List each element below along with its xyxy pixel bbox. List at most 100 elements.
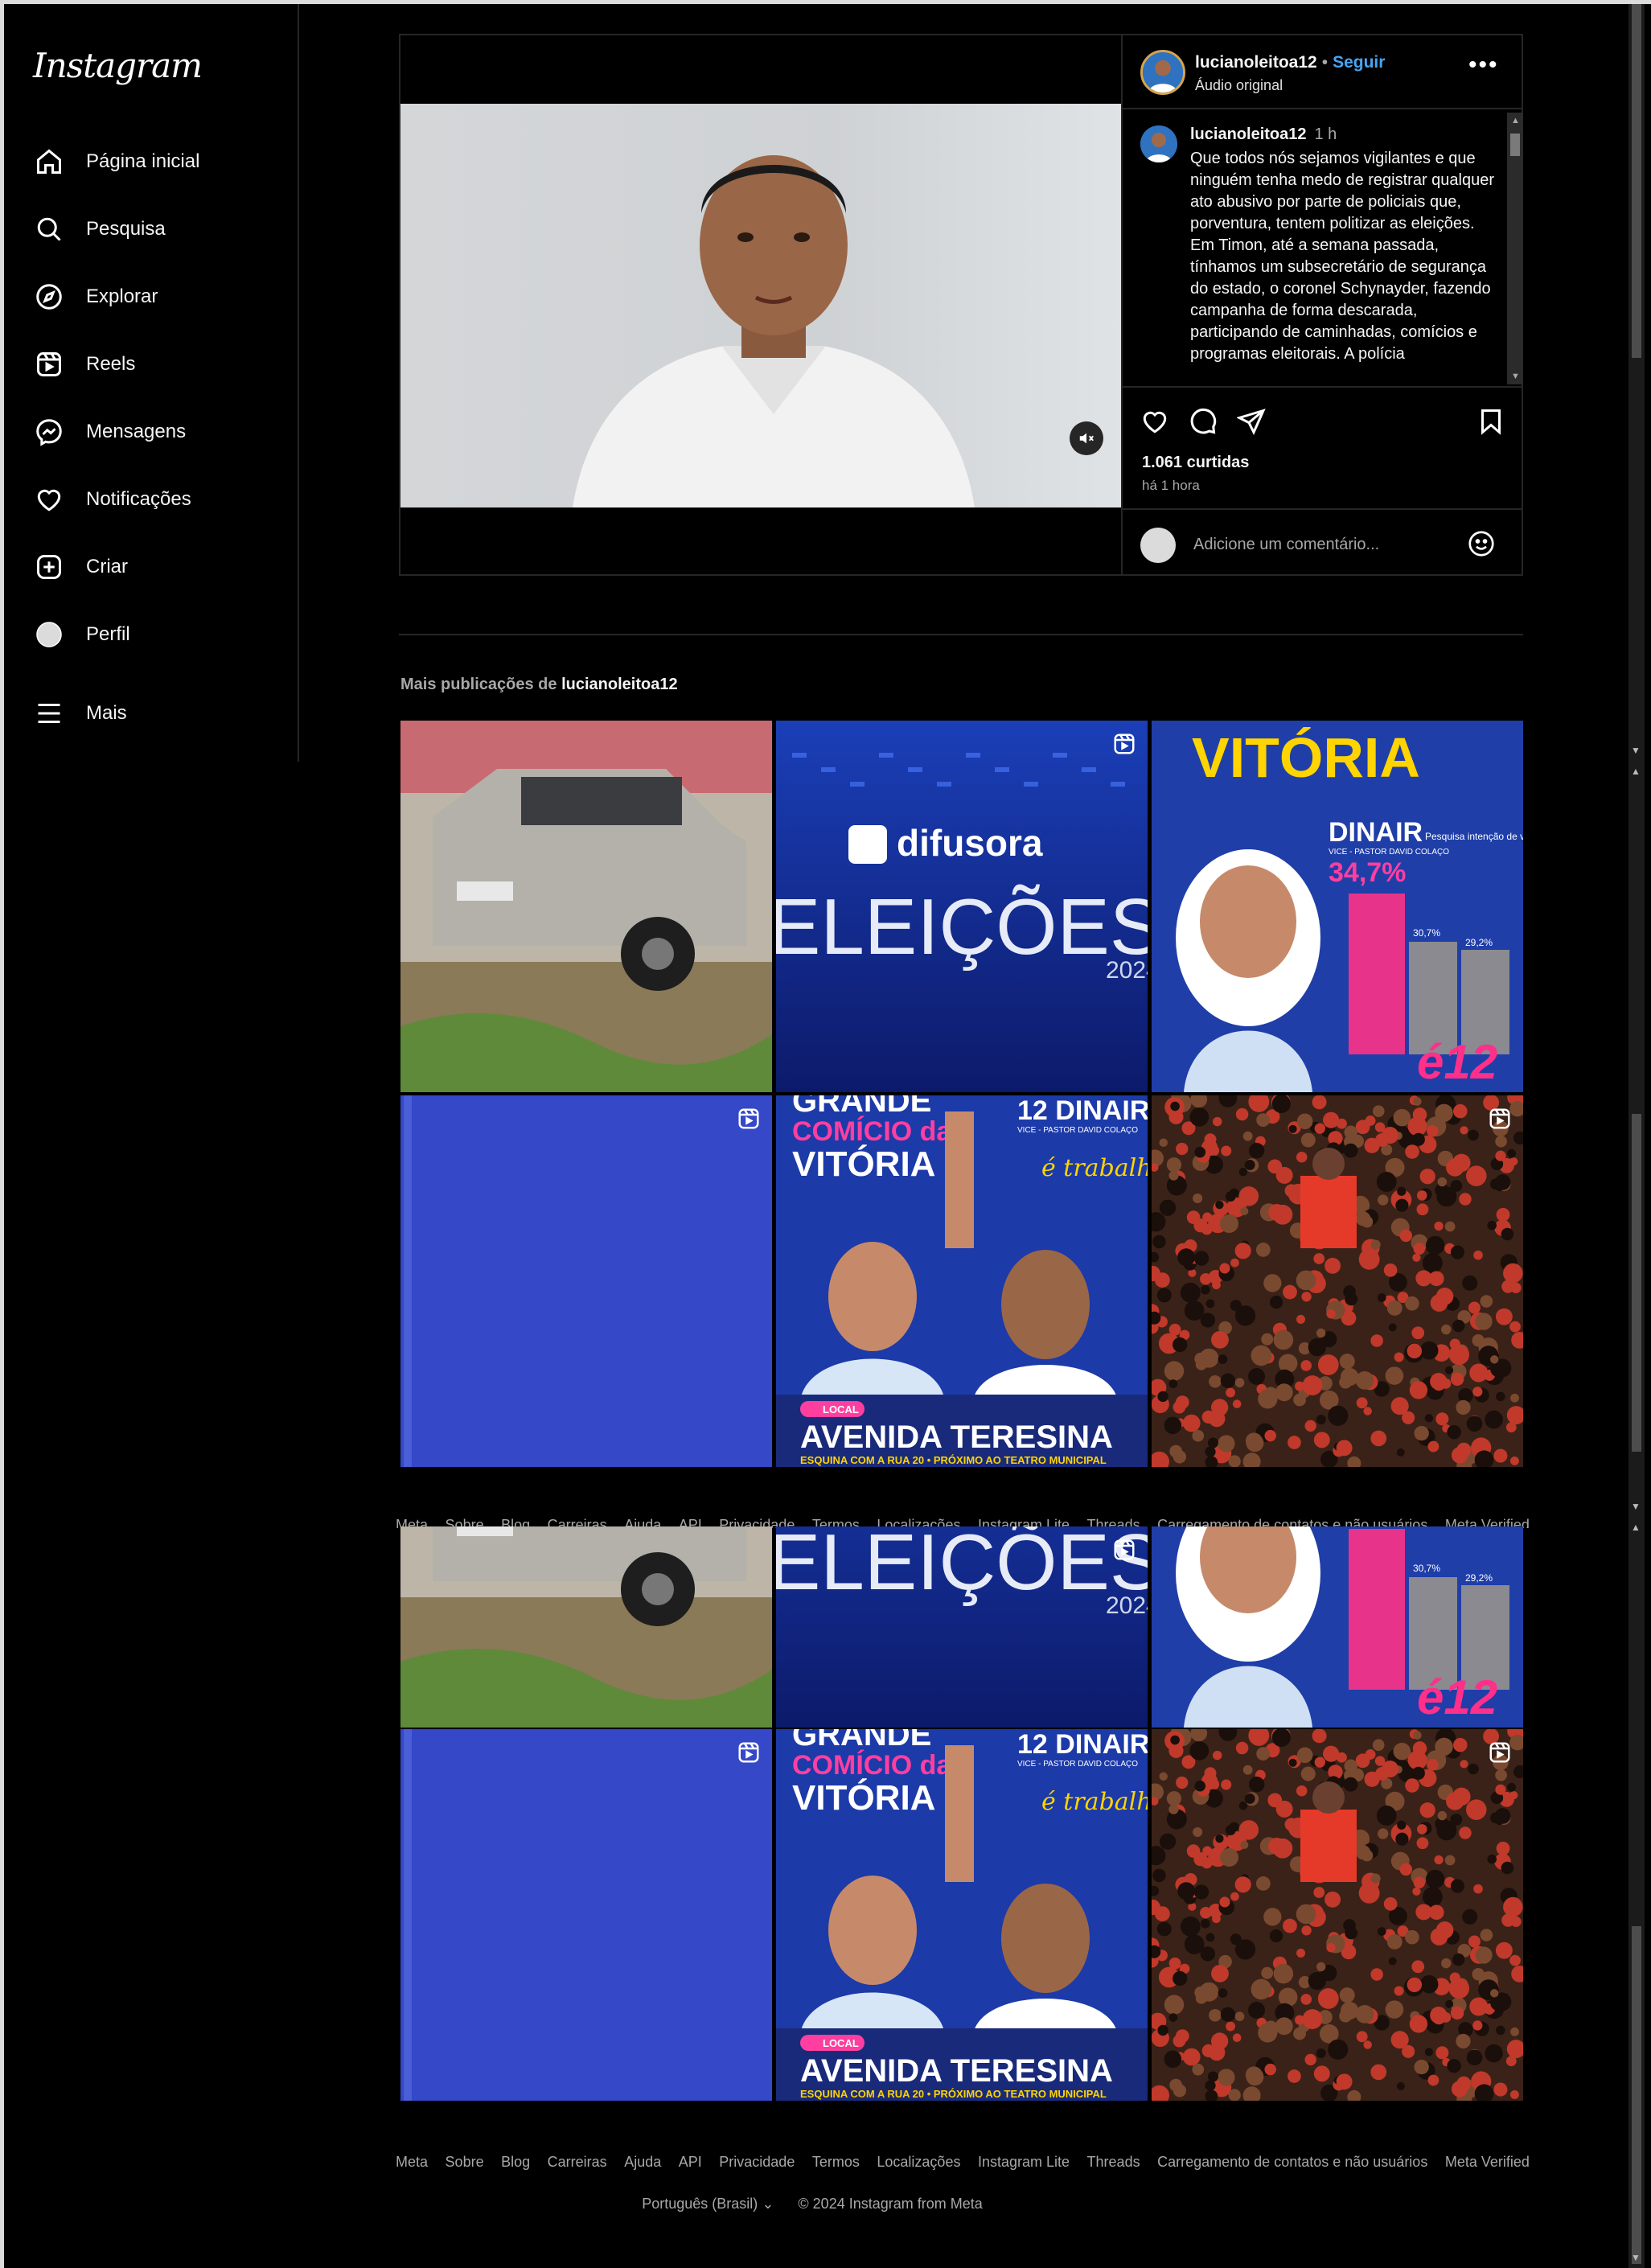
footer-link-locations[interactable]: Localizações xyxy=(877,2154,960,2171)
scroll-down-arrow-icon[interactable]: ▼ xyxy=(1511,372,1520,381)
sidebar-item-label: Pesquisa xyxy=(86,218,166,240)
reels-badge-icon xyxy=(737,1107,761,1131)
footer-link-instagram-lite[interactable]: Instagram Lite xyxy=(978,2154,1070,2171)
sidebar-item-home[interactable]: Página inicial xyxy=(33,138,199,186)
comicio-line-3: VITÓRIA xyxy=(792,1144,935,1184)
scroll-down-arrow-icon[interactable]: ▼ xyxy=(1631,745,1641,756)
post-thumbnail[interactable]: GRANDE COMÍCIO da VITÓRIA 12 DINAIR VICE - P… xyxy=(776,1095,1148,1467)
sidebar-item-label: Reels xyxy=(86,353,136,375)
footer-link-jobs[interactable]: Carreiras xyxy=(548,2154,607,2171)
sidebar-item-profile[interactable]: Perfil xyxy=(33,610,130,659)
comment-input[interactable] xyxy=(1193,528,1451,561)
footer-link-privacy[interactable]: Privacidade xyxy=(719,2154,795,2171)
sidebar-item-label: Página inicial xyxy=(86,150,200,172)
more-options-button[interactable]: ••• xyxy=(1468,51,1499,79)
post-author: lucianoleitoa12 • Seguir xyxy=(1195,53,1385,72)
thumbnail-image xyxy=(400,1095,772,1467)
post-thumbnail[interactable]: GRANDE COMÍCIO da VITÓRIA 12 DINAIR VICE - P… xyxy=(776,1729,1148,2101)
post-thumbnail[interactable] xyxy=(400,1729,772,2101)
post-thumbnail[interactable] xyxy=(1152,1729,1523,2101)
language-selector[interactable]: Português (Brasil) ⌄ xyxy=(642,2196,774,2213)
post-thumbnail[interactable]: difusoraELEIÇÕES2024 xyxy=(776,1526,1148,1728)
sidebar-item-messages[interactable]: Mensagens xyxy=(33,408,186,456)
thumbnail-image: GRANDECOMÍCIO daVITÓRIA 12 DINAIRVICE - P… xyxy=(776,1095,1148,1467)
scroll-down-arrow-icon[interactable]: ▼ xyxy=(1631,2252,1641,2263)
footer-link-threads[interactable]: Threads xyxy=(1087,2154,1140,2171)
video-frame[interactable] xyxy=(400,104,1121,507)
emoji-button[interactable] xyxy=(1467,529,1499,561)
post-thumbnail[interactable] xyxy=(400,721,772,1092)
smiley-icon xyxy=(1468,531,1494,557)
share-button[interactable] xyxy=(1235,407,1269,439)
tile-year: 2024 xyxy=(1106,957,1148,984)
scrollbar-thumb[interactable] xyxy=(1632,1926,1641,2264)
sidebar-item-label: Explorar xyxy=(86,286,158,307)
footer-link-contact-uploading[interactable]: Carregamento de contatos e não usuários xyxy=(1157,2154,1427,2171)
sidebar-item-label: Notificações xyxy=(86,488,191,510)
comicio-slogan: é trabalho! xyxy=(1041,1788,1148,1816)
instagram-logo[interactable]: Instagram xyxy=(33,46,203,85)
footer-link-blog[interactable]: Blog xyxy=(501,2154,530,2171)
comicio-line-3: VITÓRIA xyxy=(792,1777,935,1818)
poster-percent: 34,7% xyxy=(1329,857,1406,888)
like-button[interactable] xyxy=(1140,407,1173,439)
sidebar-item-reels[interactable]: Reels xyxy=(33,340,135,388)
post-thumbnail[interactable] xyxy=(1152,1095,1523,1467)
poster-poll: Pesquisa intenção de votos em Timon xyxy=(1425,831,1523,842)
comicio-line-1: GRANDE xyxy=(792,1729,931,1752)
sidebar-item-more[interactable]: Mais xyxy=(33,689,127,738)
thumbnail-image: GRANDECOMÍCIO daVITÓRIA 12 DINAIRVICE - P… xyxy=(776,1729,1148,2101)
sidebar-item-notifications[interactable]: Notificações xyxy=(33,475,191,524)
search-icon xyxy=(33,213,65,245)
reels-badge-icon xyxy=(737,1740,761,1765)
sidebar-item-explore[interactable]: Explorar xyxy=(33,273,158,321)
post-thumbnail[interactable]: VITÓRIADINAIRVICE - PASTOR DAVID COLAÇO3… xyxy=(1152,1526,1523,1728)
follow-button[interactable]: Seguir xyxy=(1333,53,1385,72)
author-username[interactable]: lucianoleitoa12 xyxy=(1195,53,1317,72)
avatar[interactable] xyxy=(1140,50,1185,95)
caption-scrollbar[interactable]: ▲ ▼ xyxy=(1507,113,1523,384)
scroll-down-arrow-icon[interactable]: ▼ xyxy=(1631,1501,1641,1512)
caption-username[interactable]: lucianoleitoa12 xyxy=(1190,125,1307,143)
footer-link-meta[interactable]: Meta xyxy=(396,2154,428,2171)
sidebar-item-label: Mensagens xyxy=(86,421,187,442)
page-scrollbar[interactable] xyxy=(1628,4,1645,2268)
scrollbar-thumb[interactable] xyxy=(1632,4,1641,358)
caption-header: lucianoleitoa12 1 h xyxy=(1190,125,1337,144)
poster-badge: é12 xyxy=(1417,1035,1497,1089)
thumbnail-image xyxy=(400,721,772,1092)
post-thumbnail[interactable] xyxy=(400,1095,772,1467)
scrollbar-thumb[interactable] xyxy=(1510,134,1520,156)
post-thumbnail[interactable]: difusoraELEIÇÕES2024 xyxy=(776,721,1148,1092)
footer-link-about[interactable]: Sobre xyxy=(446,2154,484,2171)
poster-value-1: 30,7% xyxy=(1413,927,1440,939)
sidebar: Instagram Página inicial Pesquisa Explor… xyxy=(4,4,299,762)
avatar[interactable] xyxy=(1140,125,1177,162)
reels-badge-icon xyxy=(1488,1740,1512,1765)
speaker-muted-icon xyxy=(1079,433,1094,444)
footer-link-meta-verified[interactable]: Meta Verified xyxy=(1445,2154,1530,2171)
scroll-up-arrow-icon[interactable]: ▲ xyxy=(1511,116,1520,125)
tile-year: 2024 xyxy=(1106,1592,1148,1619)
video-player[interactable] xyxy=(400,35,1121,574)
likes-count[interactable]: 1.061 curtidas xyxy=(1142,454,1249,472)
sidebar-item-search[interactable]: Pesquisa xyxy=(33,205,166,253)
comment-composer xyxy=(1123,508,1523,574)
footer-link-api[interactable]: API xyxy=(679,2154,702,2171)
comment-button[interactable] xyxy=(1189,407,1221,439)
save-button[interactable] xyxy=(1476,407,1509,439)
post-thumbnail[interactable]: VITÓRIADINAIRVICE - PASTOR DAVID COLAÇO3… xyxy=(1152,721,1523,1092)
sidebar-item-create[interactable]: Criar xyxy=(33,543,128,591)
footer-link-help[interactable]: Ajuda xyxy=(624,2154,661,2171)
scroll-up-arrow-icon[interactable]: ▲ xyxy=(1631,766,1641,777)
post-thumbnail[interactable] xyxy=(400,1526,772,1728)
scroll-up-arrow-icon[interactable]: ▲ xyxy=(1631,1522,1641,1533)
scrollbar-thumb[interactable] xyxy=(1632,1114,1641,1452)
comicio-number: 12 DINAIR xyxy=(1017,1729,1148,1760)
original-audio-link[interactable]: Áudio original xyxy=(1195,77,1283,94)
reels-badge-icon xyxy=(1112,1538,1136,1562)
footer-link-terms[interactable]: Termos xyxy=(812,2154,860,2171)
mute-button[interactable] xyxy=(1070,421,1103,455)
more-posts-username[interactable]: lucianoleitoa12 xyxy=(561,676,678,693)
comicio-local: LOCAL xyxy=(823,2037,859,2049)
